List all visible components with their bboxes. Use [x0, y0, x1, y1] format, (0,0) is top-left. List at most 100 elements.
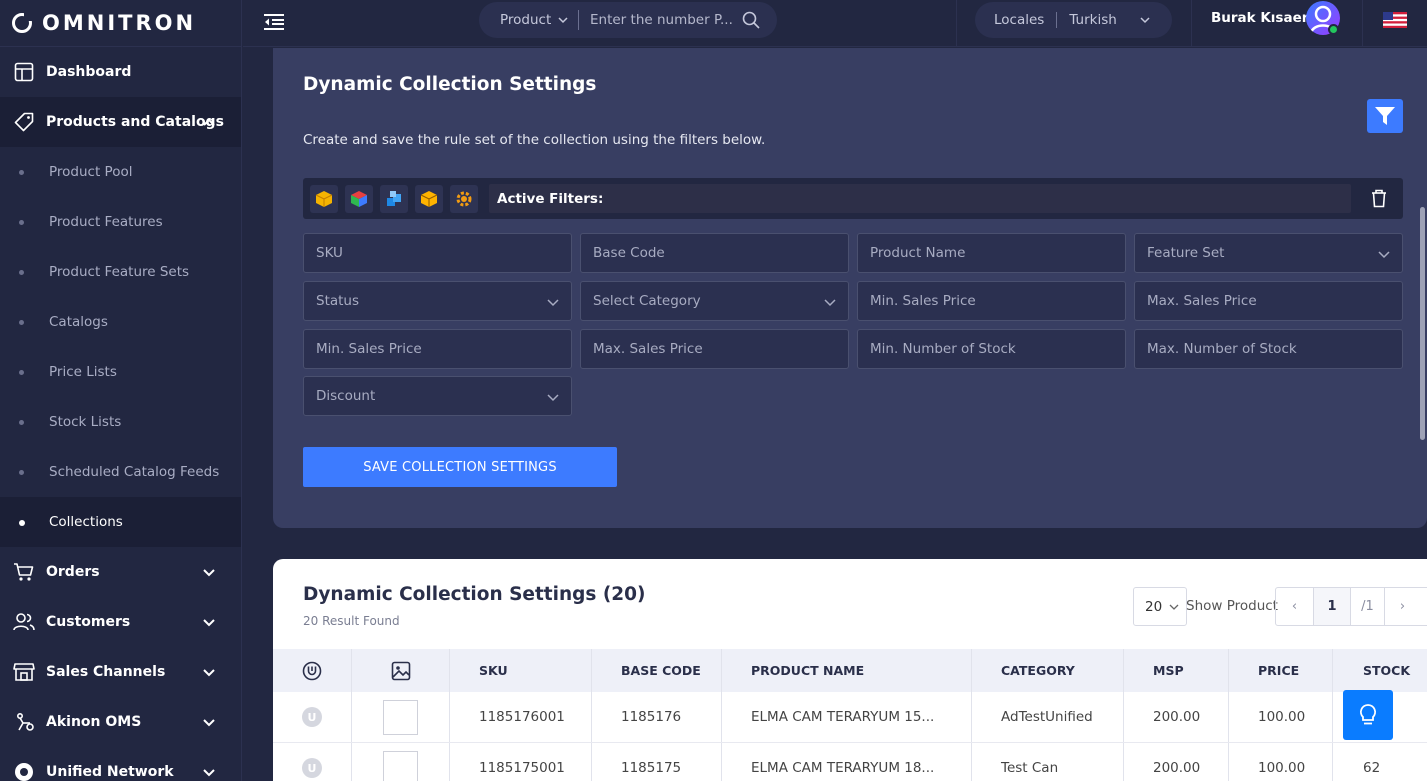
row-image [352, 743, 450, 781]
filter-chip-settings[interactable] [450, 185, 478, 213]
dashboard-icon [13, 61, 35, 83]
max-stock-input[interactable] [1147, 341, 1387, 357]
row-select[interactable]: U [273, 692, 352, 742]
chevron-up-icon [203, 118, 215, 126]
page-size-select[interactable]: 20 [1133, 587, 1187, 626]
product-image-placeholder [383, 750, 418, 781]
chevron-down-icon [1140, 17, 1150, 24]
feature-set-select[interactable]: Feature Set [1134, 233, 1403, 273]
filter-icon [1375, 107, 1395, 125]
logo[interactable]: OMNITRON [0, 0, 241, 47]
sidebar-item-products-and-catalogs[interactable]: Products and Catalogs [0, 97, 241, 147]
save-collection-settings-button[interactable]: SAVE COLLECTION SETTINGS [303, 447, 617, 487]
sidebar-item-dashboard[interactable]: Dashboard [0, 47, 241, 97]
sidebar-item-unified-network[interactable]: Unified Network [0, 747, 241, 781]
sidebar-item-sales-channels[interactable]: Sales Channels [0, 647, 241, 697]
filter-toggle-button[interactable] [1367, 99, 1403, 133]
sidebar-subitem-product-features[interactable]: Product Features [0, 197, 241, 247]
header-divider [956, 0, 957, 47]
next-page-button[interactable]: › [1385, 588, 1420, 625]
prev-page-button[interactable]: ‹ [1276, 588, 1314, 625]
user-name[interactable]: Burak Kısaer [1211, 10, 1308, 26]
column-header-msp[interactable]: MSP [1124, 649, 1229, 692]
chevron-down-icon [1378, 251, 1390, 259]
min-stock-input[interactable] [870, 341, 1110, 357]
base-code-field[interactable] [580, 233, 849, 273]
sidebar-item-akinon-oms[interactable]: Akinon OMS [0, 697, 241, 747]
tips-button[interactable] [1343, 690, 1393, 740]
row-image [352, 692, 450, 742]
image-icon [391, 661, 410, 680]
locale-select[interactable]: Locales Turkish [975, 2, 1172, 38]
trash-icon[interactable] [1369, 188, 1389, 208]
active-filters-bar: Active Filters: [303, 178, 1403, 219]
max-sales-price-input-2[interactable] [593, 341, 833, 357]
min-stock-field[interactable] [857, 329, 1126, 369]
table-row[interactable]: U 1185176001 1185176 ELMA CAM TERARYUM 1… [273, 692, 1427, 743]
cell-category: AdTestUnified [972, 692, 1124, 742]
search-icon[interactable] [742, 11, 760, 29]
sku-input[interactable] [316, 245, 556, 261]
search-input[interactable] [590, 12, 738, 28]
filter-chip-stock[interactable] [415, 185, 443, 213]
sidebar-subitem-product-feature-sets[interactable]: Product Feature Sets [0, 247, 241, 297]
cell-product-name: ELMA CAM TERARYUM 15... [722, 692, 972, 742]
page-scrollbar[interactable] [1420, 207, 1425, 440]
chevron-down-icon [547, 394, 559, 402]
category-select[interactable]: Select Category [580, 281, 849, 321]
min-sales-price-field-2[interactable] [303, 329, 572, 369]
column-header-base-code[interactable]: BASE CODE [592, 649, 722, 692]
language-flag-icon[interactable] [1383, 12, 1407, 28]
max-sales-price-field-2[interactable] [580, 329, 849, 369]
cell-base-code: 1185176 [592, 692, 722, 742]
column-header-product-name[interactable]: PRODUCT NAME [722, 649, 972, 692]
min-sales-price-field[interactable] [857, 281, 1126, 321]
select-all-header[interactable] [273, 649, 352, 692]
chevron-down-icon [203, 569, 215, 577]
sku-field[interactable] [303, 233, 572, 273]
search-type-select[interactable]: Product [479, 10, 579, 30]
category-placeholder: Select Category [593, 293, 701, 309]
unified-status-icon: U [302, 707, 322, 727]
column-header-category[interactable]: CATEGORY [972, 649, 1124, 692]
sidebar-subitem-price-lists[interactable]: Price Lists [0, 347, 241, 397]
oms-icon [13, 711, 35, 733]
unified-select-icon [302, 661, 322, 680]
cell-product-name: ELMA CAM TERARYUM 18... [722, 743, 972, 781]
active-filters-label: Active Filters: [489, 184, 1351, 213]
sidebar-item-label: Orders [46, 564, 100, 580]
sidebar-subitem-product-pool[interactable]: Product Pool [0, 147, 241, 197]
column-header-stock[interactable]: STOCK [1333, 649, 1427, 692]
cube-icon [351, 191, 367, 207]
menu-collapse-icon[interactable] [263, 11, 285, 33]
max-sales-price-input[interactable] [1147, 293, 1387, 309]
sidebar-item-customers[interactable]: Customers [0, 597, 241, 647]
product-name-input[interactable] [870, 245, 1110, 261]
table-row[interactable]: U 1185175001 1185175 ELMA CAM TERARYUM 1… [273, 743, 1427, 781]
discount-select[interactable]: Discount [303, 376, 572, 416]
package-icon [420, 191, 438, 207]
sidebar-subitem-scheduled-catalog-feeds[interactable]: Scheduled Catalog Feeds [0, 447, 241, 497]
min-sales-price-input[interactable] [870, 293, 1110, 309]
panel-title: Dynamic Collection Settings [303, 74, 597, 95]
sidebar-subitem-stock-lists[interactable]: Stock Lists [0, 397, 241, 447]
filter-chip-category[interactable] [345, 185, 373, 213]
column-header-sku[interactable]: SKU [450, 649, 592, 692]
max-stock-field[interactable] [1134, 329, 1403, 369]
status-select[interactable]: Status [303, 281, 572, 321]
row-select[interactable]: U [273, 743, 352, 781]
sidebar-item-label: Products and Catalogs [46, 114, 224, 130]
sidebar-subitem-collections[interactable]: Collections [0, 497, 241, 547]
sidebar-item-orders[interactable]: Orders [0, 547, 241, 597]
current-page[interactable]: 1 [1314, 588, 1351, 625]
filter-chip-catalog[interactable] [380, 185, 408, 213]
max-sales-price-field[interactable] [1134, 281, 1403, 321]
filter-chip-product[interactable] [310, 185, 338, 213]
locale-value: Turkish [1069, 12, 1117, 28]
stack-icon [387, 191, 401, 206]
product-name-field[interactable] [857, 233, 1126, 273]
base-code-input[interactable] [593, 245, 833, 261]
min-sales-price-input-2[interactable] [316, 341, 556, 357]
sidebar-subitem-catalogs[interactable]: Catalogs [0, 297, 241, 347]
column-header-price[interactable]: PRICE [1229, 649, 1333, 692]
